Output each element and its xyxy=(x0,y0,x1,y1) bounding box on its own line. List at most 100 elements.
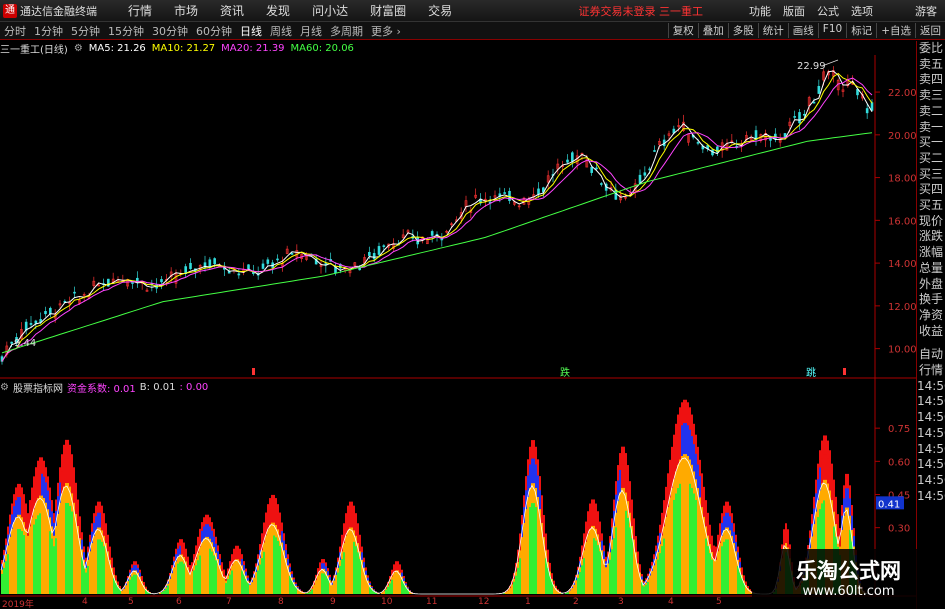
panel-item[interactable]: 卖三 xyxy=(917,88,945,104)
panel-item[interactable]: 卖二 xyxy=(917,104,945,120)
panel-item[interactable]: 现价 xyxy=(917,214,945,230)
panel-item[interactable]: 总量 xyxy=(917,261,945,277)
panel-item[interactable]: 14:50 xyxy=(917,473,945,489)
panel-item[interactable]: 涨跌 xyxy=(917,229,945,245)
panel-item[interactable]: 14:50 xyxy=(917,489,945,505)
candle-body xyxy=(208,259,212,268)
indicator-param3: : 0.00 xyxy=(179,381,209,393)
indicator-bar-green xyxy=(259,564,261,594)
indicator-bar-green xyxy=(191,575,193,594)
panel-item[interactable]: 外盘 xyxy=(917,277,945,293)
indicator-bar-green xyxy=(523,535,525,594)
panel-item[interactable]: 收益 xyxy=(917,324,945,340)
x-axis-label: 4 xyxy=(668,597,674,607)
indicator-bar-green xyxy=(729,541,731,594)
indicator-bar-green xyxy=(663,538,665,594)
indicator-bar-green xyxy=(739,572,741,594)
indicator-bar-green xyxy=(237,565,239,594)
indicator-bar-green xyxy=(627,517,629,594)
panel-item[interactable]: 买五 xyxy=(917,198,945,214)
price-axis-label: 14.00 xyxy=(888,259,916,270)
panel-item[interactable]: 14:50 xyxy=(917,379,945,395)
panel-item[interactable]: 委比 xyxy=(917,41,945,57)
indicator-bar-green xyxy=(93,546,95,594)
indicator-bar-green xyxy=(129,579,131,594)
indicator-bar-green xyxy=(107,559,109,594)
indicator-bar-green xyxy=(319,575,321,594)
panel-item[interactable]: 买三 xyxy=(917,167,945,183)
panel-item[interactable]: 14:50 xyxy=(917,394,945,410)
indicator-bar-green xyxy=(585,551,587,594)
indicator-bar-green xyxy=(195,565,197,594)
indicator-bar-green xyxy=(59,519,61,594)
indicator-bar-green xyxy=(83,565,85,594)
indicator-bar-green xyxy=(189,576,191,594)
indicator-param2: B: 0.01 xyxy=(139,381,176,393)
indicator-bar-green xyxy=(27,546,29,594)
guest-label[interactable]: 游客 xyxy=(915,3,937,19)
indicator-bar-green xyxy=(577,577,579,594)
indicator-bar-green xyxy=(215,560,217,594)
tool-back[interactable]: 返回 xyxy=(915,23,945,38)
indicator-bar-green xyxy=(307,592,309,594)
panel-item[interactable]: 涨幅 xyxy=(917,245,945,261)
indicator-bar-green xyxy=(391,579,393,594)
indicator-bar-green xyxy=(583,558,585,594)
panel-item[interactable]: 自动 xyxy=(917,347,945,363)
panel-item[interactable]: 卖五 xyxy=(917,57,945,73)
indicator-bar-green xyxy=(703,530,705,594)
candle-body xyxy=(798,112,801,124)
indicator-bar-green xyxy=(625,510,627,594)
indicator-bar-green xyxy=(521,547,523,594)
panel-item[interactable]: 买四 xyxy=(917,182,945,198)
panel-item[interactable]: 买二 xyxy=(917,151,945,167)
indicator-bar-green xyxy=(243,574,245,594)
panel-item[interactable]: 卖一 xyxy=(917,120,945,136)
candle-body xyxy=(812,101,816,104)
indicator-bar-green xyxy=(597,545,599,594)
indicator-bar-green xyxy=(363,572,365,594)
candle-body xyxy=(368,251,371,256)
candle-body xyxy=(189,262,192,269)
indicator-bar-green xyxy=(79,548,81,594)
low-price-label: 9.44 xyxy=(14,338,36,349)
panel-item[interactable]: 14:50 xyxy=(917,410,945,426)
candle-body xyxy=(276,258,279,261)
candle-body xyxy=(696,142,700,144)
indicator-bar-green xyxy=(51,538,53,594)
indicator-bar-green xyxy=(507,591,509,594)
candle-body xyxy=(566,159,569,163)
candle-body xyxy=(290,253,294,255)
candle-body xyxy=(49,307,52,315)
panel-item[interactable]: 换手 xyxy=(917,292,945,308)
indicator-bar-green xyxy=(201,551,203,594)
panel-item[interactable]: 净资 xyxy=(917,308,945,324)
indicator-bar-green xyxy=(685,479,687,594)
high-price-label: 22.99 xyxy=(797,61,826,72)
indicator-bar-green xyxy=(613,538,615,594)
main-chart[interactable]: 22.00 20.00 18.00 16.00 14.00 12.00 10.00 22.99… xyxy=(0,0,916,609)
panel-item[interactable]: 行情 xyxy=(917,363,945,379)
panel-item[interactable]: 14:50 xyxy=(917,442,945,458)
panel-item[interactable]: 14:50 xyxy=(917,457,945,473)
indicator-bar-green xyxy=(269,537,271,594)
candle-body xyxy=(382,245,386,247)
indicator-bar-green xyxy=(177,563,179,594)
indicator-bar-green xyxy=(101,541,103,594)
indicator-bar-green xyxy=(633,549,635,594)
x-axis-label: 10 xyxy=(381,597,393,607)
indicator-bar-green xyxy=(179,561,181,594)
indicator-bar-green xyxy=(527,514,529,594)
indicator-settings-icon[interactable]: ⚙ xyxy=(0,382,9,393)
indicator-bar-green xyxy=(519,558,521,594)
panel-item[interactable]: 卖四 xyxy=(917,72,945,88)
indicator-bar-green xyxy=(257,570,259,594)
indicator-bar-green xyxy=(121,591,123,594)
ma5-line xyxy=(1,70,873,362)
x-axis-label: 12 xyxy=(478,597,490,607)
indicator-bar-green xyxy=(203,548,205,594)
indicator-bar-green xyxy=(327,578,329,594)
panel-item[interactable]: 买一 xyxy=(917,135,945,151)
indicator-bar-green xyxy=(219,570,221,594)
panel-item[interactable]: 14:50 xyxy=(917,426,945,442)
